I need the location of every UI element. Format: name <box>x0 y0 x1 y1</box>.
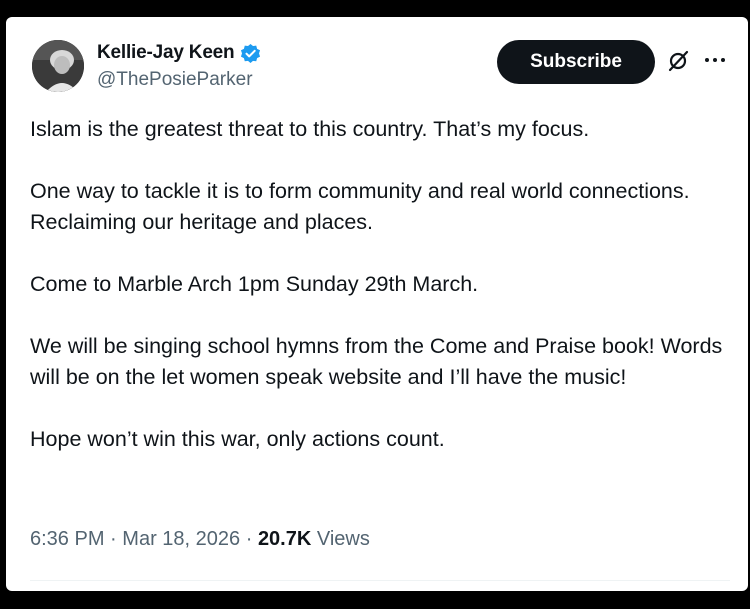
grok-icon[interactable] <box>667 50 689 72</box>
tweet-metadata: 6:36 PM · Mar 18, 2026 · 20.7K Views <box>30 528 370 551</box>
tweet-paragraph: Come to Marble Arch 1pm Sunday 29th Marc… <box>30 272 479 296</box>
separator: · <box>110 528 117 550</box>
verified-badge-icon <box>240 43 261 64</box>
views-count: 20.7K <box>257 528 312 550</box>
subscribe-button[interactable]: Subscribe <box>497 40 655 84</box>
avatar[interactable] <box>32 40 84 92</box>
author-name[interactable]: Kellie-Jay Keen <box>97 42 235 64</box>
tweet-paragraph: Hope won’t win this war, only actions co… <box>30 427 445 451</box>
avatar-image <box>32 40 84 92</box>
divider <box>30 580 730 581</box>
tweet-paragraph: We will be singing school hymns from the… <box>30 334 723 389</box>
views-label: Views <box>316 528 370 550</box>
author-handle[interactable]: @ThePosieParker <box>97 69 253 91</box>
separator: · <box>245 528 253 550</box>
tweet-time[interactable]: 6:36 PM <box>30 528 104 550</box>
tweet-text: Islam is the greatest threat to this cou… <box>30 114 730 455</box>
tweet-paragraph: One way to tackle it is to form communit… <box>30 179 690 234</box>
more-options-icon[interactable] <box>704 47 726 67</box>
tweet-paragraph: Islam is the greatest threat to this cou… <box>30 117 590 141</box>
author-name-row: Kellie-Jay Keen <box>97 42 261 64</box>
tweet-date[interactable]: Mar 18, 2026 <box>122 528 240 550</box>
